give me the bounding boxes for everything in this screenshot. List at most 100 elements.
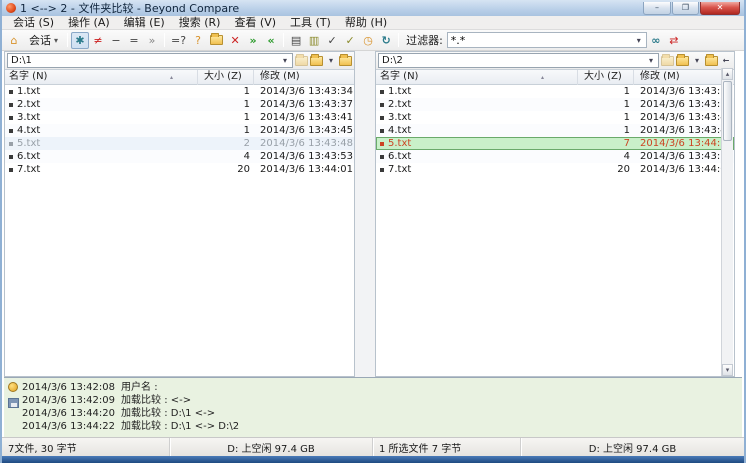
left-parent-folder-icon[interactable]: [339, 56, 352, 66]
file-row[interactable]: 6.txt 4 2014/3/6 13:43:53: [376, 150, 734, 163]
file-icon: [380, 155, 384, 159]
pane-splitter[interactable]: [355, 51, 375, 377]
ignore-unimportant-button[interactable]: ∞: [647, 32, 665, 49]
file-row[interactable]: 2.txt 1 2014/3/6 13:43:37: [376, 98, 734, 111]
file-modified: 2014/3/6 13:43:37: [634, 98, 734, 111]
quick-compare-icon: =?: [171, 34, 186, 47]
left-browse-dropdown-button[interactable]: ▾: [325, 53, 337, 68]
left-modified-column-header[interactable]: 修改 (M): [254, 70, 354, 85]
chevron-down-icon: ▾: [649, 56, 653, 65]
swap-sides-button[interactable]: ⇄: [665, 32, 683, 49]
left-column-headers: 名字 (N) ▴ 大小 (Z) 修改 (M): [5, 70, 354, 85]
menu-help[interactable]: 帮助 (H): [338, 16, 394, 30]
right-path-dropdown-button[interactable]: ▾: [644, 54, 658, 68]
scroll-down-icon: ▾: [726, 366, 730, 374]
right-browse-dropdown-button[interactable]: ▾: [691, 53, 703, 68]
right-pane-scrollbar[interactable]: ▴ ▾: [721, 68, 733, 376]
file-row[interactable]: 1.txt 1 2014/3/6 13:43:34: [5, 85, 354, 98]
log-save-icon[interactable]: [8, 398, 19, 408]
show-differences-button[interactable]: ≠: [89, 32, 107, 49]
file-row[interactable]: 4.txt 1 2014/3/6 13:43:45: [376, 124, 734, 137]
scroll-down-button[interactable]: ▾: [722, 364, 733, 376]
left-path-dropdown-button[interactable]: ▾: [278, 54, 292, 68]
right-mirror-left-button[interactable]: ←: [720, 53, 732, 68]
menu-search[interactable]: 搜索 (R): [172, 16, 228, 30]
compare-contents-button[interactable]: ?: [189, 32, 207, 49]
right-parent-folder-icon[interactable]: [705, 56, 718, 66]
copy-to-right-button[interactable]: »: [244, 32, 262, 49]
menu-session[interactable]: 会话 (S): [6, 16, 61, 30]
minimize-button[interactable]: –: [643, 2, 671, 15]
log-line: 2014/3/6 13:44:22加载比较 : D:\1 <-> D:\2: [22, 420, 742, 433]
scroll-up-button[interactable]: ▴: [722, 68, 733, 80]
arrow-left-icon: ←: [723, 56, 730, 65]
file-size: 20: [578, 163, 634, 176]
left-recent-folder-icon[interactable]: [295, 56, 308, 66]
show-minor-button[interactable]: −: [107, 32, 125, 49]
right-size-column-header[interactable]: 大小 (Z): [578, 70, 634, 85]
refresh-button[interactable]: ↻: [377, 32, 395, 49]
left-name-column-header[interactable]: 名字 (N) ▴: [5, 70, 198, 85]
file-row[interactable]: 6.txt 4 2014/3/6 13:43:53: [5, 150, 354, 163]
rules-button[interactable]: ▥: [305, 32, 323, 49]
file-name: 3.txt: [388, 111, 411, 124]
chevron-down-icon: ▾: [695, 56, 699, 65]
copy-left-icon: «: [268, 34, 275, 47]
touch-button[interactable]: ◷: [359, 32, 377, 49]
more-display-filters-button[interactable]: »: [143, 32, 161, 49]
file-row[interactable]: 7.txt 20 2014/3/6 13:44:01: [5, 163, 354, 176]
session-menu-button[interactable]: 会话 ▾: [23, 32, 64, 49]
file-row[interactable]: 4.txt 1 2014/3/6 13:43:45: [5, 124, 354, 137]
delete-button[interactable]: ✕: [226, 32, 244, 49]
right-free-space: D: 上空闲 97.4 GB: [521, 438, 744, 456]
copy-to-left-button[interactable]: «: [262, 32, 280, 49]
menu-tools[interactable]: 工具 (T): [283, 16, 338, 30]
right-selected-count: 1 所选文件 7 字节: [373, 438, 521, 456]
maximize-button[interactable]: ❐: [672, 2, 699, 15]
show-all-button[interactable]: ✱: [71, 32, 89, 49]
chevron-down-icon: ▾: [637, 36, 641, 45]
file-size: 1: [578, 124, 634, 137]
compare-contents-icon: ?: [195, 34, 201, 47]
menu-bar: 会话 (S) 操作 (A) 编辑 (E) 搜索 (R) 查看 (V) 工具 (T…: [2, 16, 744, 30]
file-row-selected-newer[interactable]: 5.txt 7 2014/3/6 13:44:12: [376, 137, 734, 150]
open-folders-button[interactable]: [207, 32, 226, 49]
home-button[interactable]: ⌂: [5, 32, 23, 49]
filter-dropdown-button[interactable]: ▾: [632, 33, 646, 47]
menu-edit[interactable]: 编辑 (E): [117, 16, 172, 30]
session-settings-button[interactable]: ▤: [287, 32, 305, 49]
session-settings-icon: ▤: [291, 34, 301, 47]
file-size: 20: [198, 163, 254, 176]
menu-actions[interactable]: 操作 (A): [61, 16, 117, 30]
left-path-combo[interactable]: D:\1 ▾: [7, 53, 293, 68]
right-browse-folder-icon[interactable]: [676, 56, 689, 66]
file-name: 7.txt: [388, 163, 411, 176]
window-title: 1 <--> 2 - 文件夹比较 - Beyond Compare: [20, 0, 239, 16]
select-newer-button[interactable]: ✓: [323, 32, 341, 49]
left-size-column-header[interactable]: 大小 (Z): [198, 70, 254, 85]
file-name: 2.txt: [17, 98, 40, 111]
file-row[interactable]: 1.txt 1 2014/3/6 13:43:34: [376, 85, 734, 98]
file-row[interactable]: 3.txt 1 2014/3/6 13:43:41: [376, 111, 734, 124]
right-recent-folder-icon[interactable]: [661, 56, 674, 66]
file-row[interactable]: 3.txt 1 2014/3/6 13:43:41: [5, 111, 354, 124]
right-name-column-header[interactable]: 名字 (N) ▴: [376, 70, 578, 85]
show-all-icon: ✱: [75, 34, 84, 47]
select-all-diff-button[interactable]: ✓: [341, 32, 359, 49]
right-path-bar: D:\2 ▾ ▾ ←: [376, 52, 734, 70]
file-row[interactable]: 2.txt 1 2014/3/6 13:43:37: [5, 98, 354, 111]
scrollbar-thumb[interactable]: [723, 81, 732, 141]
quick-compare-button[interactable]: =?: [168, 32, 189, 49]
file-row-older[interactable]: 5.txt 2 2014/3/6 13:43:48: [5, 137, 354, 150]
filter-input[interactable]: [448, 34, 632, 47]
show-same-button[interactable]: =: [125, 32, 143, 49]
right-modified-column-header[interactable]: 修改 (M): [634, 70, 734, 85]
right-path-combo[interactable]: D:\2 ▾: [378, 53, 659, 68]
menu-view[interactable]: 查看 (V): [227, 16, 283, 30]
close-button[interactable]: ✕: [700, 2, 740, 15]
file-icon: [9, 142, 13, 146]
file-icon: [380, 103, 384, 107]
file-size: 1: [578, 85, 634, 98]
left-browse-folder-icon[interactable]: [310, 56, 323, 66]
file-row[interactable]: 7.txt 20 2014/3/6 13:44:01: [376, 163, 734, 176]
